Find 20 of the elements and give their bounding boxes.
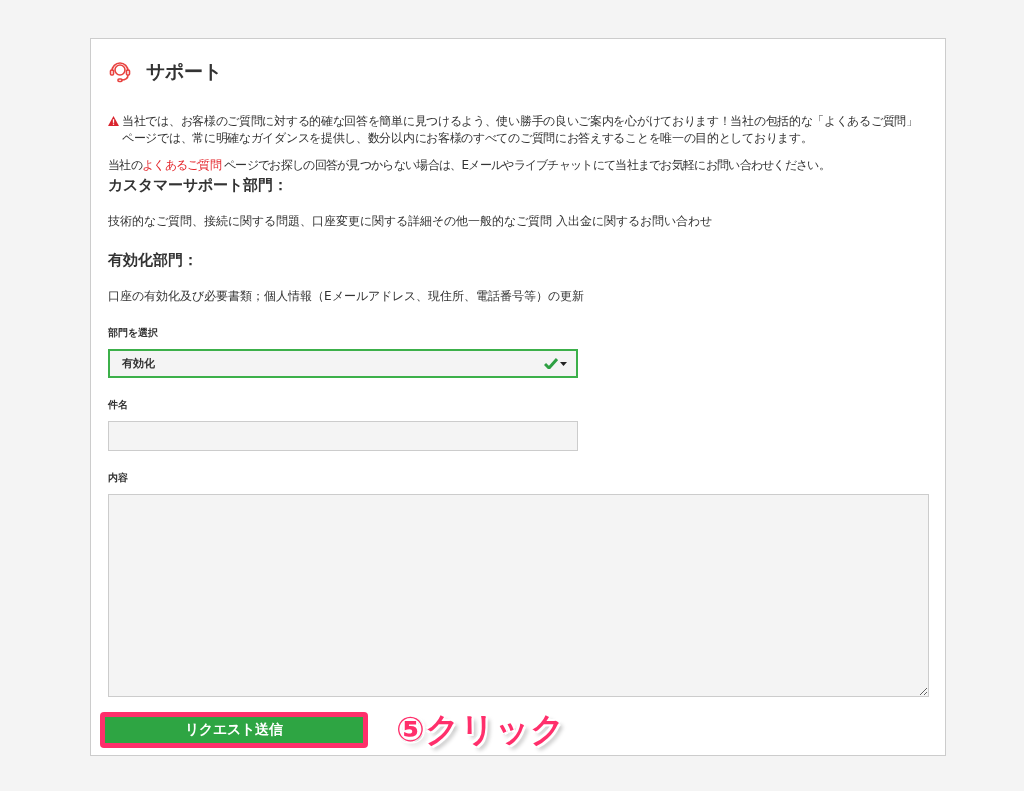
section-heading: カスタマーサポート部門：	[108, 176, 289, 195]
faq-link[interactable]: よくあるご質問	[141, 158, 221, 172]
section-description: 口座の有効化及び必要書類；個人情報（Eメールアドレス、現住所、電話番号等）の更新	[108, 288, 585, 305]
field-label: 部門を選択	[108, 326, 159, 340]
subject-field[interactable]	[108, 421, 578, 451]
check-icon	[544, 358, 558, 369]
page-title: サポート	[146, 59, 222, 84]
section-heading: 有効化部門：	[108, 251, 199, 270]
caret-icon	[560, 361, 567, 366]
field-label: 内容	[108, 471, 129, 485]
submit-button[interactable]: リクエスト送信	[105, 717, 363, 743]
field-label: 件名	[108, 398, 129, 412]
warning-icon	[108, 116, 119, 126]
headset-icon	[108, 60, 132, 84]
content-field[interactable]	[108, 494, 929, 697]
department-select[interactable]: 有効化	[108, 349, 578, 378]
notice-text: 当社では、お客様のご質問に対する的確な回答を簡単に見つけるよう、使い勝手の良いご案内を心がけております！当社の包括的な「よくあるご質問」ページでは、常に明確なガイダンスを提供し、数分以内にお客様のすべてのご質問にお答えすることを唯一の目的としております。	[122, 113, 919, 147]
click-instruction-label: ⑤クリック	[396, 708, 565, 751]
faq-text: 当社のよくあるご質問 ページでお探しの回答が見つからない場合は、Eメールやライブチャットにて当社までお気軽にお問い合わせください。	[108, 157, 831, 174]
section-description: 技術的なご質問、接続に関する問題、口座変更に関する詳細その他一般的なご質問 入出金に関するお問い合わせ	[108, 213, 713, 230]
